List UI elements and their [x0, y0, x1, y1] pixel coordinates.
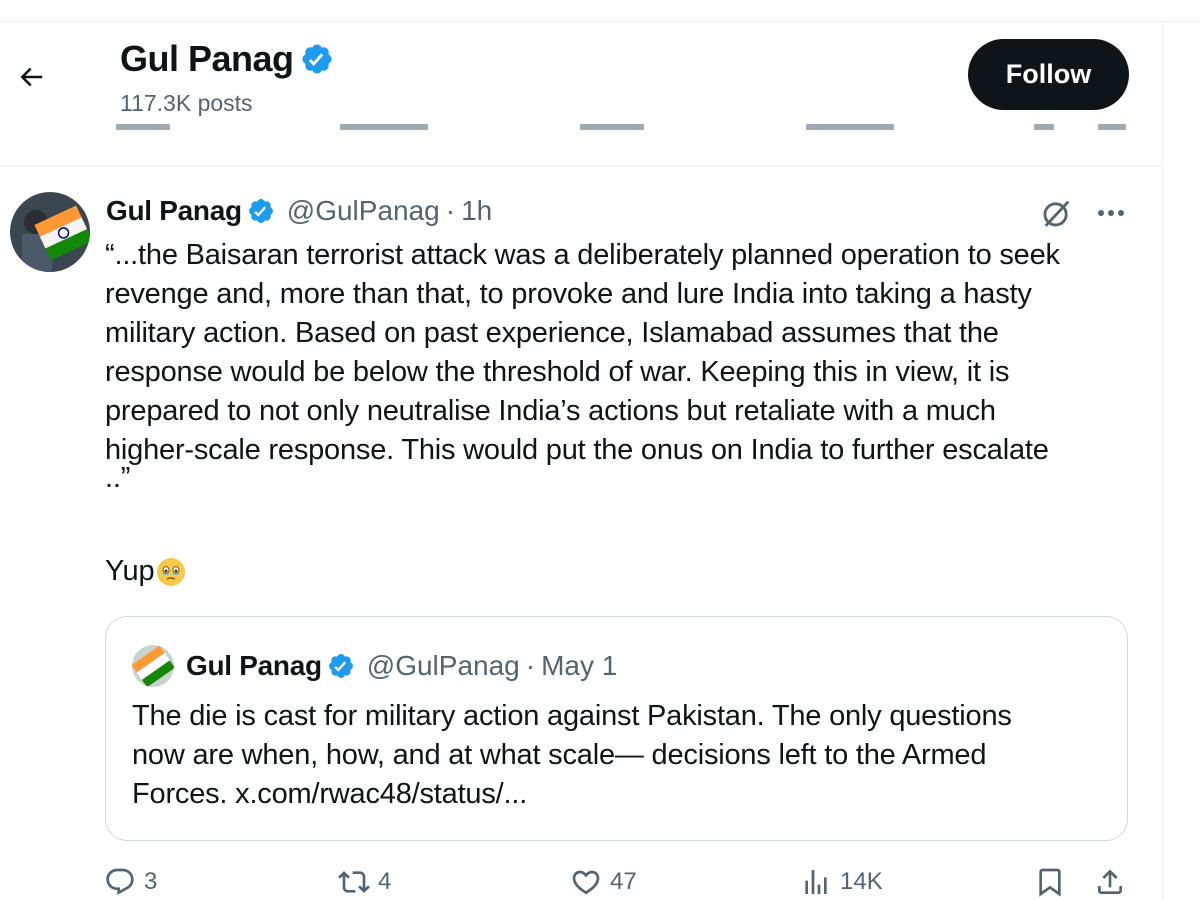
separator-dot: · — [525, 650, 536, 681]
column-divider — [1162, 22, 1163, 900]
share-icon — [1098, 869, 1122, 894]
back-button[interactable] — [6, 52, 56, 102]
avatar — [132, 645, 174, 687]
avatar-image — [132, 645, 174, 687]
profile-header: Gul Panag 117.3K posts Follow — [0, 22, 1162, 130]
quoted-author-handle: @GulPanag — [366, 650, 520, 681]
quoted-tweet-body: The die is cast for military action agai… — [132, 697, 1112, 814]
arrow-left-icon — [20, 67, 43, 87]
grok-icon[interactable] — [1040, 196, 1074, 230]
face-holding-back-tears-emoji — [157, 557, 186, 586]
like-count: 47 — [610, 868, 637, 895]
separator-dot: · — [445, 195, 456, 226]
quoted-tweet-card[interactable]: Gul Panag @GulPanag · May 1 The die is c… — [105, 616, 1128, 841]
quoted-tweet-header: Gul Panag @GulPanag · May 1 — [132, 645, 617, 687]
quoted-text-line: The die is cast for military action agai… — [132, 700, 1012, 732]
tweet-text-line: higher-scale response. This would put th… — [105, 434, 1049, 466]
header-name-row: Gul Panag — [120, 38, 334, 80]
tweet-body: “...the Baisaran terrorist attack was a … — [105, 236, 1145, 494]
analytics-icon — [805, 870, 827, 894]
tweet-action-bar: 3 4 47 14K — [0, 866, 1162, 900]
verified-badge-icon — [248, 199, 273, 223]
quoted-author-name: Gul Panag — [186, 650, 322, 681]
tweet-text-line: “...the Baisaran terrorist attack was a … — [105, 239, 1060, 271]
verified-badge-icon — [328, 654, 353, 678]
tweet-text-line: military action. Based on past experienc… — [105, 317, 999, 349]
repost-icon — [338, 871, 370, 893]
avatar[interactable] — [10, 192, 90, 272]
previous-tweet-actions-cutoff — [0, 118, 1162, 134]
repost-count: 4 — [378, 868, 392, 895]
tweet-timestamp[interactable]: 1h — [461, 195, 492, 227]
tweet-text-line: prepared to not only neutralise India’s … — [105, 395, 996, 427]
reply-count: 3 — [144, 868, 158, 895]
share-button[interactable] — [1094, 866, 1126, 898]
tweet-detail-page: Gul Panag 117.3K posts Follow Gul Panag … — [0, 0, 1200, 900]
repost-button[interactable]: 4 — [338, 866, 391, 898]
views-button[interactable]: 14K — [800, 866, 883, 898]
view-count: 14K — [840, 868, 883, 895]
quoted-text-line: now are when, how, and at what scale— de… — [132, 739, 987, 771]
like-button[interactable]: 47 — [570, 866, 637, 898]
divider — [0, 166, 1162, 167]
tweet-text-line: response would be below the threshold of… — [105, 356, 1010, 388]
tweet-reply-line: Yup — [105, 555, 187, 588]
profile-name: Gul Panag — [120, 38, 294, 79]
tweet-text-line: revenge and, more than that, to provoke … — [105, 278, 1032, 310]
more-horizontal-icon[interactable] — [1094, 206, 1128, 220]
tweet-text-line: ..” — [105, 462, 131, 494]
bookmark-button[interactable] — [1034, 866, 1066, 898]
avatar-image — [10, 192, 90, 272]
quoted-text-line: Forces. x.com/rwac48/status/... — [132, 778, 528, 810]
bookmark-icon — [1039, 868, 1061, 897]
tweet-header: Gul Panag @GulPanag · 1h — [106, 195, 492, 227]
posts-count: 117.3K posts — [120, 90, 253, 116]
reply-button[interactable]: 3 — [104, 866, 157, 898]
top-border — [0, 0, 1200, 22]
author-handle[interactable]: @GulPanag — [287, 195, 440, 227]
verified-badge-icon — [302, 44, 332, 74]
quoted-tweet-timestamp: May 1 — [541, 650, 618, 681]
heart-icon — [572, 870, 600, 895]
reply-icon — [106, 868, 134, 895]
follow-button[interactable]: Follow — [968, 39, 1129, 110]
author-name[interactable]: Gul Panag — [106, 195, 242, 227]
reply-text: Yup — [105, 555, 155, 587]
